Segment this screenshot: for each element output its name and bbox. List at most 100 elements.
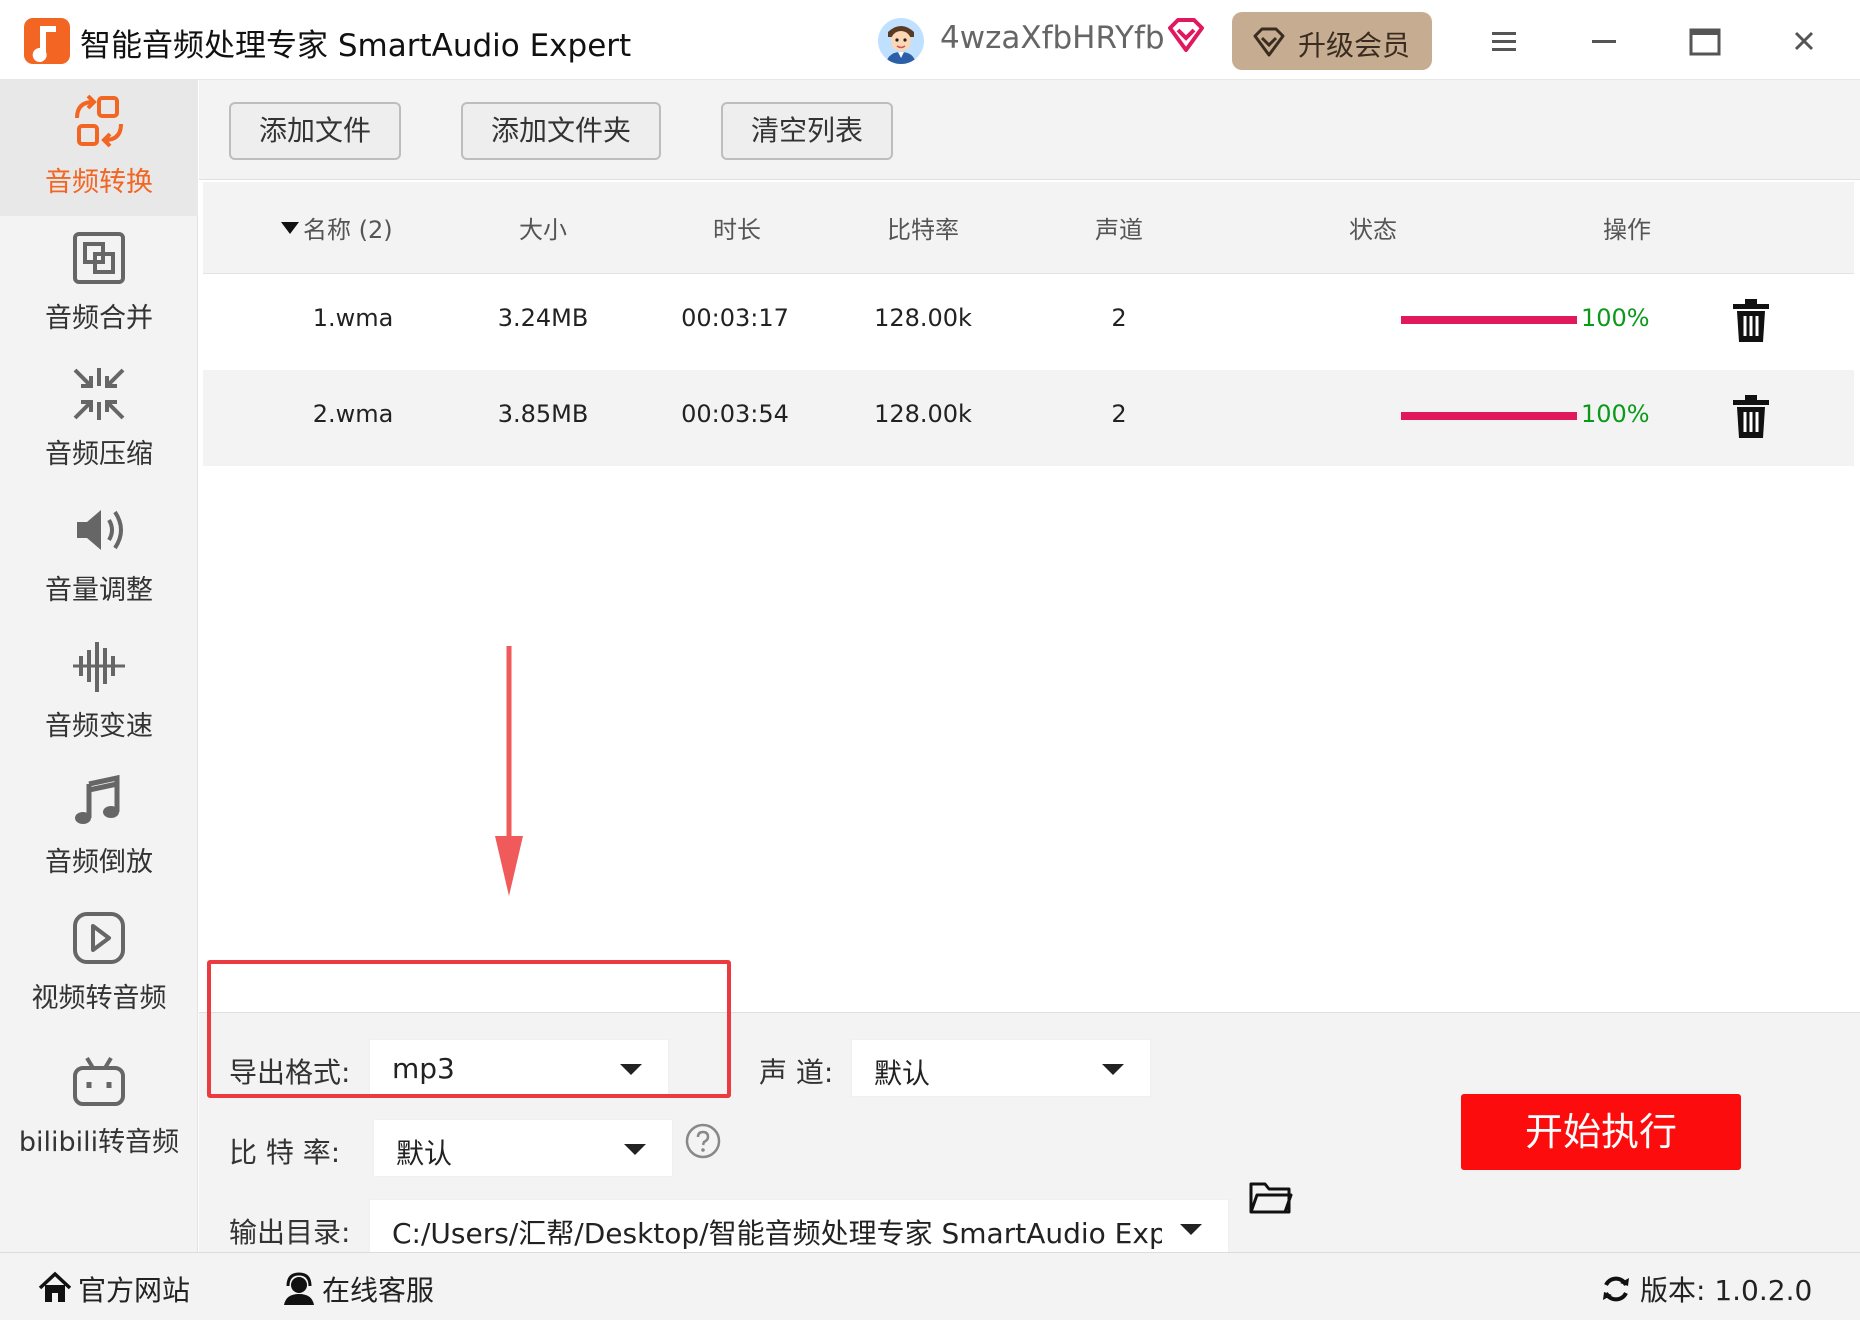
open-folder-icon[interactable] bbox=[1249, 1178, 1293, 1218]
upgrade-label: 升级会员 bbox=[1298, 29, 1411, 62]
bitrate-select[interactable]: 默认 bbox=[373, 1119, 673, 1177]
vip-diamond-icon bbox=[1166, 16, 1206, 56]
output-dir-select[interactable]: C:/Users/汇帮/Desktop/智能音频处理专家 SmartAudio … bbox=[369, 1199, 1229, 1257]
sort-triangle-icon[interactable] bbox=[281, 222, 299, 234]
column-action: 操作 bbox=[1603, 216, 1651, 244]
volume-icon bbox=[77, 510, 123, 550]
hamburger-icon bbox=[1492, 32, 1516, 51]
help-icon[interactable] bbox=[685, 1123, 721, 1159]
progress-bar bbox=[1401, 316, 1577, 324]
progress-label: 100% bbox=[1581, 400, 1650, 428]
sidebar-item-label: 音频合并 bbox=[45, 303, 153, 334]
channel-label: 声 道: bbox=[759, 1056, 834, 1089]
speed-icon bbox=[73, 642, 125, 692]
cell-size: 3.24MB bbox=[497, 304, 589, 332]
channel-select[interactable]: 默认 bbox=[851, 1039, 1151, 1097]
website-label: 官方网站 bbox=[78, 1274, 191, 1307]
maximize-icon bbox=[1689, 28, 1721, 56]
bilibili-tv-icon bbox=[73, 1056, 125, 1106]
home-icon bbox=[38, 1271, 72, 1302]
channel-value: 默认 bbox=[874, 1057, 931, 1090]
column-status[interactable]: 状态 bbox=[1323, 210, 1423, 245]
sidebar-item-speed[interactable]: 音频变速 bbox=[0, 624, 198, 760]
close-icon bbox=[1794, 31, 1814, 51]
chevron-down-icon bbox=[1180, 1224, 1202, 1235]
status-bar: 官方网站 在线客服 版本: 1.0.2.0 bbox=[0, 1252, 1860, 1320]
sidebar-item-label: 音频倒放 bbox=[45, 847, 153, 878]
column-duration[interactable]: 时长 bbox=[687, 210, 787, 245]
music-note-icon bbox=[75, 774, 120, 824]
menu-button[interactable] bbox=[1474, 14, 1534, 68]
sidebar-item-reverse[interactable]: 音频倒放 bbox=[0, 760, 198, 896]
version-label: 版本: 1.0.2.0 bbox=[1640, 1274, 1813, 1307]
bitrate-label: 比 特 率: bbox=[229, 1136, 341, 1169]
main-panel: 添加文件 添加文件夹 清空列表 名称 (2) 大小 时长 比特率 声道 状态 操… bbox=[199, 80, 1860, 1257]
cell-size: 3.85MB bbox=[497, 400, 589, 428]
audio-convert-icon bbox=[75, 94, 123, 148]
progress-fill bbox=[1401, 316, 1577, 324]
username[interactable]: 4wzaXfbHRYfb bbox=[940, 20, 1165, 56]
sidebar-item-audio-merge[interactable]: 音频合并 bbox=[0, 216, 198, 352]
progress-bar bbox=[1401, 412, 1577, 420]
chevron-down-icon bbox=[624, 1144, 646, 1155]
chevron-down-icon bbox=[1102, 1064, 1124, 1075]
app-logo-icon bbox=[24, 18, 70, 64]
website-link[interactable]: 官方网站 bbox=[38, 1267, 218, 1307]
sidebar-item-video-to-audio[interactable]: 视频转音频 bbox=[0, 896, 198, 1032]
audio-merge-icon bbox=[73, 232, 125, 284]
table-row[interactable]: 2.wma 3.85MB 00:03:54 128.00k 2 100% bbox=[203, 370, 1854, 466]
sidebar-item-audio-convert[interactable]: 音频转换 bbox=[0, 80, 198, 216]
progress-label: 100% bbox=[1581, 304, 1650, 332]
audio-compress-icon bbox=[73, 368, 125, 420]
sidebar-item-label: bilibili转音频 bbox=[18, 1127, 180, 1158]
support-label: 在线客服 bbox=[322, 1274, 435, 1307]
cell-bitrate: 128.00k bbox=[874, 400, 972, 428]
column-size[interactable]: 大小 bbox=[493, 210, 593, 245]
trash-icon[interactable] bbox=[1731, 394, 1771, 440]
sidebar: 音频转换 音频合并 音频压缩 音量调整 音频变速 音频倒放 视频转音频 bili… bbox=[0, 80, 198, 1252]
headset-icon bbox=[284, 1272, 314, 1305]
maximize-button[interactable] bbox=[1674, 14, 1734, 68]
sidebar-item-bilibili[interactable]: bilibili转音频 bbox=[0, 1040, 198, 1176]
output-dir-value: C:/Users/汇帮/Desktop/智能音频处理专家 SmartAudio … bbox=[392, 1217, 1162, 1250]
title-bar: 智能音频处理专家 SmartAudio Expert 4wzaXfbHRYfb … bbox=[0, 0, 1860, 80]
bitrate-value: 默认 bbox=[396, 1137, 453, 1170]
clear-list-button[interactable]: 清空列表 bbox=[721, 102, 893, 160]
toolbar: 添加文件 添加文件夹 清空列表 bbox=[199, 80, 1860, 180]
cell-channels: 2 bbox=[1111, 304, 1127, 332]
user-avatar[interactable] bbox=[878, 18, 924, 64]
support-link[interactable]: 在线客服 bbox=[282, 1267, 462, 1307]
sidebar-item-label: 音频转换 bbox=[45, 167, 153, 198]
progress-fill bbox=[1401, 412, 1577, 420]
sidebar-item-label: 视频转音频 bbox=[31, 983, 167, 1014]
add-file-button[interactable]: 添加文件 bbox=[229, 102, 401, 160]
annotation-arrow-icon bbox=[495, 646, 523, 896]
close-button[interactable] bbox=[1774, 14, 1834, 68]
sidebar-item-label: 音频变速 bbox=[45, 711, 153, 742]
video-play-icon bbox=[73, 912, 125, 964]
highlight-annotation bbox=[207, 960, 731, 1098]
upgrade-button[interactable]: 升级会员 bbox=[1232, 12, 1432, 70]
cell-name: 1.wma bbox=[312, 304, 394, 332]
cell-duration: 00:03:54 bbox=[681, 400, 789, 428]
cell-duration: 00:03:17 bbox=[681, 304, 789, 332]
trash-icon[interactable] bbox=[1731, 298, 1771, 344]
sidebar-item-volume[interactable]: 音量调整 bbox=[0, 488, 198, 624]
start-button[interactable]: 开始执行 bbox=[1461, 1094, 1741, 1170]
sidebar-item-label: 音量调整 bbox=[45, 575, 153, 606]
output-dir-label: 输出目录: bbox=[229, 1216, 351, 1249]
column-name[interactable]: 名称 (2) bbox=[303, 210, 393, 245]
minimize-icon bbox=[1592, 40, 1616, 43]
sidebar-item-audio-compress[interactable]: 音频压缩 bbox=[0, 352, 198, 488]
table-row[interactable]: 1.wma 3.24MB 00:03:17 128.00k 2 100% bbox=[203, 274, 1854, 370]
column-bitrate[interactable]: 比特率 bbox=[863, 210, 983, 245]
sidebar-item-label: 音频压缩 bbox=[45, 439, 153, 470]
cell-channels: 2 bbox=[1111, 400, 1127, 428]
table-header: 名称 (2) 大小 时长 比特率 声道 状态 操作 bbox=[203, 182, 1854, 274]
cell-bitrate: 128.00k bbox=[874, 304, 972, 332]
app-title: 智能音频处理专家 SmartAudio Expert bbox=[80, 28, 632, 64]
minimize-button[interactable] bbox=[1574, 14, 1634, 68]
diamond-icon bbox=[1253, 27, 1285, 57]
add-folder-button[interactable]: 添加文件夹 bbox=[461, 102, 661, 160]
column-channels[interactable]: 声道 bbox=[1069, 210, 1169, 245]
